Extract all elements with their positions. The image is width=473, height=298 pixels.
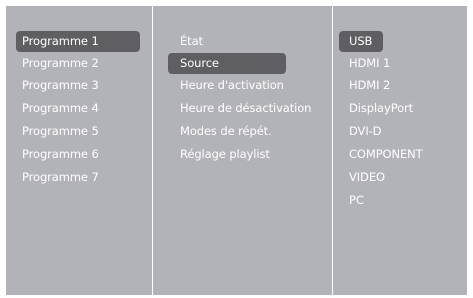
osd-menu-panel: Programme 1 Programme 2 Programme 3 Prog… <box>6 6 467 295</box>
menu-item-source[interactable]: Source <box>168 53 286 74</box>
menu-item-source-dvi-d[interactable]: DVI-D <box>349 121 382 142</box>
source-column: USB HDMI 1 HDMI 2 DisplayPort DVI-D COMP… <box>333 6 467 295</box>
programme-column: Programme 1 Programme 2 Programme 3 Prog… <box>6 6 152 295</box>
menu-item-programme-7[interactable]: Programme 7 <box>22 167 99 188</box>
menu-item-heure-activation[interactable]: Heure d'activation <box>180 75 284 96</box>
menu-item-source-hdmi1[interactable]: HDMI 1 <box>349 53 390 74</box>
menu-item-programme-4[interactable]: Programme 4 <box>22 98 99 119</box>
menu-item-programme-6[interactable]: Programme 6 <box>22 144 99 165</box>
menu-item-source-component[interactable]: COMPONENT <box>349 144 423 165</box>
menu-item-programme-1[interactable]: Programme 1 <box>16 31 140 52</box>
menu-item-heure-desactivation[interactable]: Heure de désactivation <box>180 98 311 119</box>
menu-item-programme-3[interactable]: Programme 3 <box>22 75 99 96</box>
menu-item-source-hdmi2[interactable]: HDMI 2 <box>349 75 390 96</box>
menu-item-source-displayport[interactable]: DisplayPort <box>349 98 413 119</box>
menu-item-source-pc[interactable]: PC <box>349 190 364 211</box>
menu-item-reglage-playlist[interactable]: Réglage playlist <box>180 144 270 165</box>
menu-item-programme-5[interactable]: Programme 5 <box>22 121 99 142</box>
menu-item-programme-2[interactable]: Programme 2 <box>22 53 99 74</box>
menu-item-etat[interactable]: État <box>180 31 203 52</box>
settings-column: État Source Heure d'activation Heure de … <box>153 6 332 295</box>
menu-item-source-video[interactable]: VIDEO <box>349 167 385 188</box>
menu-item-modes-repet[interactable]: Modes de répét. <box>180 121 272 142</box>
menu-item-source-usb[interactable]: USB <box>339 31 383 52</box>
